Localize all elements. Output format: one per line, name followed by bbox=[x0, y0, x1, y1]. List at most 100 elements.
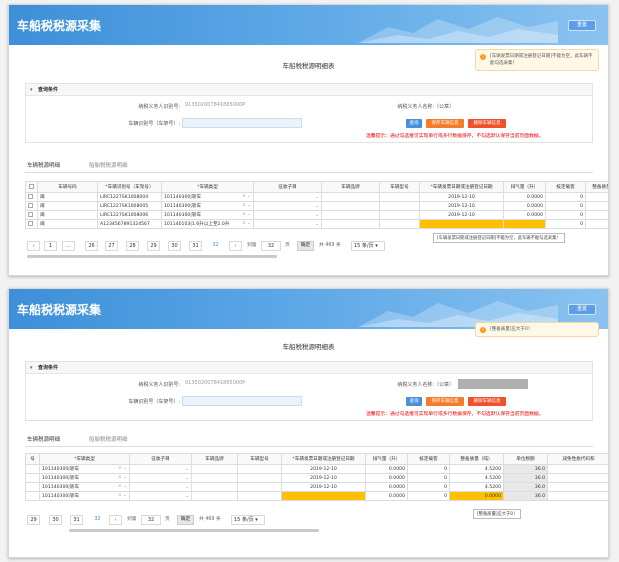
vehicle-type-select[interactable]: 101140300|轿车 × ⌄ bbox=[39, 491, 130, 501]
chevron-down-icon[interactable]: ⌄ bbox=[185, 485, 189, 490]
row-checkbox[interactable] bbox=[25, 201, 38, 211]
chevron-down-icon[interactable]: ⌄ bbox=[185, 467, 189, 472]
clear-chevron-icon[interactable]: × ⌄ bbox=[242, 221, 251, 227]
page-button[interactable]: 27 bbox=[105, 241, 118, 251]
displacement-cell[interactable]: 0.0000 bbox=[365, 473, 408, 483]
chevron-down-icon[interactable]: ⌄ bbox=[315, 204, 319, 209]
displacement-cell[interactable]: 0.0000 bbox=[503, 210, 546, 220]
query-section-header[interactable]: 查询条件 bbox=[26, 362, 592, 374]
displacement-cell[interactable]: 0.0000 bbox=[365, 464, 408, 474]
vehicle-type-select[interactable]: 101140300|轿车 × ⌄ bbox=[39, 482, 130, 492]
brand-cell[interactable] bbox=[321, 210, 380, 220]
weight-cell-error[interactable]: 0.0000 bbox=[449, 491, 504, 501]
tab-vessel[interactable]: 船舶税税源明细 bbox=[89, 161, 128, 169]
seats-cell[interactable]: 0 bbox=[545, 210, 586, 220]
chevron-down-icon[interactable]: ⌄ bbox=[185, 494, 189, 499]
prev-page-button[interactable]: ‹ bbox=[27, 241, 40, 251]
next-page-button[interactable]: › bbox=[229, 241, 242, 251]
page-button[interactable]: 26 bbox=[85, 241, 98, 251]
horizontal-scrollbar[interactable] bbox=[27, 255, 277, 258]
reset-button[interactable]: 重置 bbox=[568, 304, 596, 315]
date-cell-error[interactable] bbox=[281, 491, 366, 501]
seats-cell[interactable]: 0 bbox=[407, 482, 450, 492]
vehicle-type-select[interactable]: 101140103|1.6升以上至2.0升 × ⌄ bbox=[161, 219, 254, 229]
seats-cell[interactable]: 0 bbox=[545, 219, 586, 229]
vehicle-type-select[interactable]: 101140300|轿车 × ⌄ bbox=[39, 464, 130, 474]
model-cell[interactable] bbox=[237, 473, 282, 483]
tab-vehicle[interactable]: 车辆税源明细 bbox=[27, 161, 60, 169]
date-cell[interactable]: 2019-12-10 bbox=[281, 482, 366, 492]
vin-search-input[interactable] bbox=[182, 118, 302, 128]
vehicle-type-select[interactable]: 101140300|轿车 × ⌄ bbox=[161, 192, 254, 202]
tab-vehicle[interactable]: 车辆税源明细 bbox=[27, 435, 60, 443]
page-ellipsis[interactable]: ... bbox=[62, 241, 75, 251]
weight-cell[interactable]: 4.5200 bbox=[449, 482, 504, 492]
vin-cell[interactable]: LIRC1227SK1008004 bbox=[97, 192, 162, 202]
date-cell-error[interactable] bbox=[419, 219, 504, 229]
clear-chevron-icon[interactable]: × ⌄ bbox=[118, 475, 127, 481]
model-cell[interactable] bbox=[379, 210, 420, 220]
brand-cell[interactable] bbox=[191, 491, 238, 501]
vehicle-type-select[interactable]: 101140300|轿车 × ⌄ bbox=[39, 473, 130, 483]
vin-cell[interactable]: LIRC1227SK1008006 bbox=[97, 210, 162, 220]
page-button[interactable]: 29 bbox=[27, 515, 40, 525]
select-all-checkbox[interactable] bbox=[25, 181, 38, 193]
vehicle-type-select[interactable]: 101140300|轿车 × ⌄ bbox=[161, 201, 254, 211]
brand-cell[interactable] bbox=[321, 192, 380, 202]
model-cell[interactable] bbox=[379, 192, 420, 202]
plate-cell[interactable]: 闽 bbox=[37, 210, 98, 220]
clear-chevron-icon[interactable]: × ⌄ bbox=[242, 194, 251, 200]
tax-subitem-select[interactable]: ⌄ bbox=[253, 210, 322, 220]
brand-cell[interactable] bbox=[191, 464, 238, 474]
chevron-down-icon[interactable]: ⌄ bbox=[185, 476, 189, 481]
page-button[interactable]: 29 bbox=[147, 241, 160, 251]
seats-cell[interactable]: 0 bbox=[407, 491, 450, 501]
goto-page-input[interactable]: 32 bbox=[141, 515, 161, 525]
confirm-button[interactable]: 确定 bbox=[297, 241, 314, 251]
seats-cell[interactable]: 0 bbox=[545, 201, 586, 211]
delete-vehicle-button[interactable]: 删除车辆信息 bbox=[468, 119, 506, 128]
displacement-cell[interactable]: 0.0000 bbox=[503, 201, 546, 211]
clear-chevron-icon[interactable]: × ⌄ bbox=[242, 203, 251, 209]
model-cell[interactable] bbox=[379, 201, 420, 211]
brand-cell[interactable] bbox=[191, 482, 238, 492]
model-cell[interactable] bbox=[237, 491, 282, 501]
tax-subitem-select[interactable]: ⌄ bbox=[129, 491, 192, 501]
tab-vessel[interactable]: 船舶税税源明细 bbox=[89, 435, 128, 443]
plate-cell[interactable]: 闽 bbox=[37, 219, 98, 229]
seats-cell[interactable]: 0 bbox=[407, 464, 450, 474]
chevron-down-icon[interactable]: ⌄ bbox=[315, 195, 319, 200]
displacement-cell[interactable]: 0.0000 bbox=[365, 491, 408, 501]
date-cell[interactable]: 2019-12-10 bbox=[419, 210, 504, 220]
tax-subitem-select[interactable]: ⌄ bbox=[253, 192, 322, 202]
tax-subitem-select[interactable]: ⌄ bbox=[129, 464, 192, 474]
model-cell[interactable] bbox=[237, 482, 282, 492]
chevron-down-icon[interactable]: ⌄ bbox=[315, 222, 319, 227]
vin-search-input[interactable] bbox=[182, 396, 302, 406]
model-cell[interactable] bbox=[237, 464, 282, 474]
exemption-cell[interactable] bbox=[547, 473, 608, 483]
page-button[interactable]: 1 bbox=[44, 241, 57, 251]
weight-cell[interactable]: 4.5200 bbox=[449, 464, 504, 474]
model-cell[interactable] bbox=[379, 219, 420, 229]
plate-cell[interactable]: 闽 bbox=[37, 192, 98, 202]
save-vehicle-button[interactable]: 保存车辆信息 bbox=[426, 119, 464, 128]
seats-cell[interactable]: 0 bbox=[545, 192, 586, 202]
row-checkbox[interactable] bbox=[25, 210, 38, 220]
horizontal-scrollbar[interactable] bbox=[69, 529, 319, 532]
query-section-header[interactable]: 查询条件 bbox=[26, 84, 592, 96]
plate-cell[interactable]: 闽 bbox=[37, 201, 98, 211]
exemption-cell[interactable] bbox=[547, 482, 608, 492]
delete-vehicle-button[interactable]: 删除车辆信息 bbox=[468, 397, 506, 406]
next-page-button[interactable]: › bbox=[109, 515, 122, 525]
save-vehicle-button[interactable]: 保存车辆信息 bbox=[426, 397, 464, 406]
chevron-down-icon[interactable]: ⌄ bbox=[315, 213, 319, 218]
weight-cell[interactable] bbox=[585, 219, 608, 229]
clear-chevron-icon[interactable]: × ⌄ bbox=[118, 484, 127, 490]
page-button[interactable]: 31 bbox=[70, 515, 83, 525]
tax-subitem-select[interactable]: ⌄ bbox=[129, 473, 192, 483]
vin-cell[interactable]: A1234567891324567 bbox=[97, 219, 162, 229]
displacement-cell[interactable]: 0.0000 bbox=[503, 192, 546, 202]
clear-chevron-icon[interactable]: × ⌄ bbox=[118, 493, 127, 499]
page-button[interactable]: 30 bbox=[168, 241, 181, 251]
